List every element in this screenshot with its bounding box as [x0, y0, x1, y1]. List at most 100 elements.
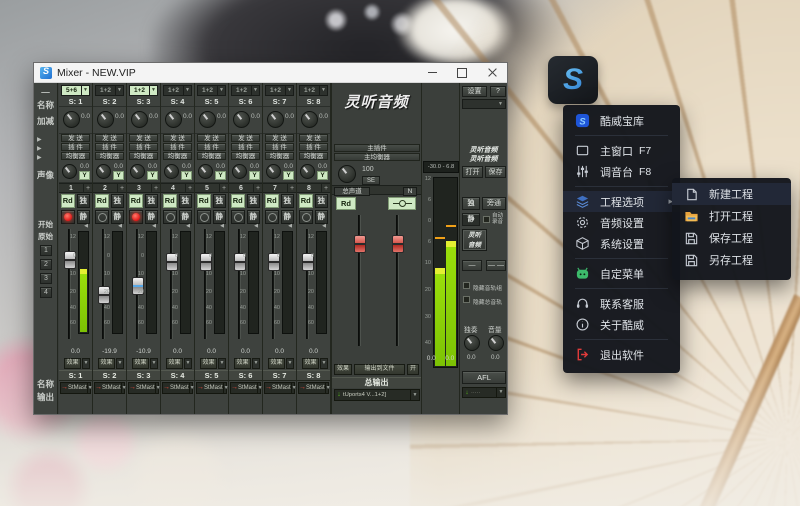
solo-button[interactable]: 独 — [213, 194, 227, 208]
output-route-dropdown[interactable]: → StMast ▼ — [230, 382, 261, 394]
help-button[interactable]: ? — [490, 86, 506, 97]
pan-y-button[interactable]: Y — [215, 171, 226, 180]
record-arm-button[interactable] — [163, 210, 177, 224]
output-route-dropdown[interactable]: → StMast ▼ — [128, 382, 159, 394]
solo-button[interactable]: 独 — [315, 194, 329, 208]
record-arm-button[interactable] — [299, 210, 313, 224]
io-selector[interactable]: 1+2 ▼ — [163, 85, 192, 96]
add-channel-button[interactable]: + — [253, 184, 262, 192]
eq-button[interactable]: 均衡器 — [197, 152, 226, 160]
send-button[interactable]: 发 送 — [95, 134, 124, 142]
output-route-dropdown[interactable]: → StMast ▼ — [60, 382, 91, 394]
effect-dropdown-icon[interactable]: ▼ — [320, 358, 328, 369]
wide-strips-button[interactable]: — — — [486, 260, 506, 271]
pan-knob[interactable] — [266, 164, 281, 179]
io-dropdown-icon[interactable]: ▼ — [115, 86, 123, 95]
eq-button[interactable]: 均衡器 — [95, 152, 124, 160]
plugin-button[interactable]: 插 件 — [163, 143, 192, 151]
output-route-dropdown[interactable]: → StMast ▼ — [94, 382, 125, 394]
solo-button[interactable]: 独 — [247, 194, 261, 208]
solo-button[interactable]: 独 — [179, 194, 193, 208]
effect-button[interactable]: 效果 — [166, 358, 183, 369]
menu-item-support[interactable]: 联系客服 — [563, 293, 680, 314]
record-ready-button[interactable]: Rd — [299, 194, 313, 208]
menu-item-project[interactable]: 工程选项 ▸ — [563, 191, 680, 212]
gain-knob[interactable] — [267, 111, 284, 128]
pan-y-button[interactable]: Y — [283, 171, 294, 180]
master-fader-right-handle[interactable] — [392, 235, 404, 253]
plugin-button[interactable]: 插 件 — [95, 143, 124, 151]
effect-button[interactable]: 效果 — [98, 358, 115, 369]
pan-y-button[interactable]: Y — [317, 171, 328, 180]
eq-button[interactable]: 均衡器 — [163, 152, 192, 160]
mute-button[interactable]: 静 — [145, 210, 159, 224]
plugin-button[interactable]: 插 件 — [231, 143, 260, 151]
menu-item-custom-menu[interactable]: 自定菜单 — [563, 263, 680, 284]
add-channel-button[interactable]: + — [151, 184, 160, 192]
record-ready-button[interactable]: Rd — [197, 194, 211, 208]
master-record-ready-button[interactable]: Rd — [336, 197, 356, 210]
io-selector[interactable]: 1+2 ▼ — [95, 85, 124, 96]
io-selector[interactable]: 5+6 ▼ — [61, 85, 90, 96]
menu-item-audio-settings[interactable]: 音频设置 — [563, 212, 680, 233]
menu-item-system-settings[interactable]: 系统设置 — [563, 233, 680, 254]
io-dropdown-icon[interactable]: ▼ — [81, 86, 89, 95]
plugin-button[interactable]: 插 件 — [265, 143, 294, 151]
eq-button[interactable]: 均衡器 — [299, 152, 328, 160]
io-dropdown-icon[interactable]: ▼ — [251, 86, 259, 95]
output-route-dropdown[interactable]: → StMast ▼ — [298, 382, 329, 394]
gain-knob[interactable] — [233, 111, 250, 128]
pan-y-button[interactable]: Y — [249, 171, 260, 180]
brand-logo-button[interactable]: 灵听音频 — [462, 229, 487, 251]
hide-track-group-checkbox[interactable] — [463, 282, 470, 289]
maximize-button[interactable] — [447, 63, 477, 82]
io-dropdown-icon[interactable]: ▼ — [319, 86, 327, 95]
menu-item-save-project[interactable]: 保存工程 — [672, 227, 791, 249]
io-selector[interactable]: 1+2 ▼ — [299, 85, 328, 96]
pan-knob[interactable] — [62, 164, 77, 179]
menu-item-exit[interactable]: 退出软件 — [563, 344, 680, 365]
expand-plugin-icon[interactable]: ▶ — [37, 145, 42, 152]
monitor-output-dropdown[interactable]: ↓ ····· ▼ — [462, 387, 506, 398]
menu-item-window[interactable]: 主窗口 F7 — [563, 140, 680, 161]
expand-eq-icon[interactable]: ▶ — [37, 154, 42, 161]
io-selector[interactable]: 1+2 ▼ — [129, 85, 158, 96]
mute-button[interactable]: 静 — [281, 210, 295, 224]
mute-button[interactable]: 静 — [179, 210, 193, 224]
eq-button[interactable]: 均衡器 — [129, 152, 158, 160]
output-on-button[interactable]: 开 — [407, 364, 419, 375]
effect-dropdown-icon[interactable]: ▼ — [150, 358, 158, 369]
menu-item-kuwei-logo[interactable]: S 酷威宝库 — [563, 110, 680, 131]
effect-dropdown-icon[interactable]: ▼ — [218, 358, 226, 369]
menu-item-new-project[interactable]: 新建工程 — [672, 183, 791, 205]
io-dropdown-icon[interactable]: ▼ — [217, 86, 225, 95]
open-button[interactable]: 打开 — [462, 166, 483, 178]
add-channel-button[interactable]: + — [83, 184, 92, 192]
pan-y-button[interactable]: Y — [79, 171, 90, 180]
group-button-4[interactable]: 4 — [40, 287, 52, 298]
io-selector[interactable]: 1+2 ▼ — [231, 85, 260, 96]
group-button-2[interactable]: 2 — [40, 259, 52, 270]
menu-item-open-project[interactable]: 打开工程 — [672, 205, 791, 227]
add-channel-button[interactable]: + — [219, 184, 228, 192]
mute-button[interactable]: 静 — [77, 210, 91, 224]
master-level-knob[interactable] — [338, 165, 356, 183]
record-ready-button[interactable]: Rd — [231, 194, 245, 208]
auto-record-checkbox[interactable] — [483, 216, 490, 223]
normalize-button[interactable]: N — [403, 187, 417, 196]
afl-button[interactable]: AFL — [462, 371, 506, 384]
add-channel-button[interactable]: + — [117, 184, 126, 192]
add-channel-button[interactable]: + — [321, 184, 330, 192]
group-button-1[interactable]: 1 — [40, 245, 52, 256]
master-fader-right[interactable] — [396, 215, 399, 346]
gain-knob[interactable] — [199, 111, 216, 128]
output-device-dropdown[interactable]: ↓ tUports4 V...1+2] ▼ — [334, 389, 420, 401]
send-button[interactable]: 发 送 — [265, 134, 294, 142]
effect-button[interactable]: 效果 — [234, 358, 251, 369]
effect-dropdown-icon[interactable]: ▼ — [252, 358, 260, 369]
main-plugin-button[interactable]: 主插件 — [334, 144, 420, 152]
pan-y-button[interactable]: Y — [113, 171, 124, 180]
menu-item-save-as-project[interactable]: 另存工程 — [672, 249, 791, 271]
menu-item-mixer[interactable]: 调音台 F8 — [563, 161, 680, 182]
record-arm-button[interactable] — [231, 210, 245, 224]
